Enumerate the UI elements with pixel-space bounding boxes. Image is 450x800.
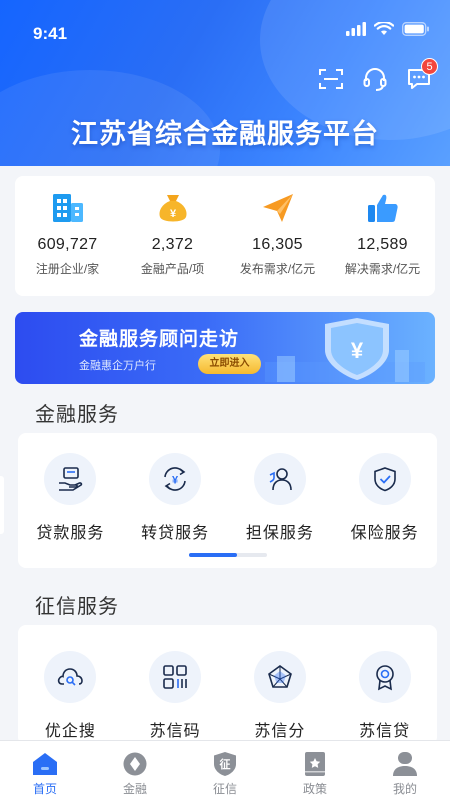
tab-finance[interactable]: 金融 (90, 741, 180, 800)
stat-value: 2,372 (151, 236, 194, 253)
shield-yuan-illustration: ¥ (265, 318, 425, 382)
wifi-icon (374, 22, 394, 35)
headset-icon (363, 68, 387, 91)
tab-home[interactable]: 首页 (0, 741, 90, 800)
banner-subtitle: 金融惠企万户行 (79, 360, 156, 372)
stat-registered-companies[interactable]: 609,727 注册企业/家 (15, 176, 120, 296)
qr-code-icon (163, 665, 187, 689)
profile-icon (393, 752, 417, 776)
status-bar: 9:41 (0, 0, 450, 64)
stat-published-demand[interactable]: 16,305 发布需求/亿元 (225, 176, 330, 296)
home-icon (33, 753, 57, 775)
refinance-icon: ¥ (164, 467, 186, 491)
battery-icon (402, 22, 429, 36)
service-company-search[interactable]: 优企搜 (18, 651, 123, 741)
bottom-tab-bar: 首页 金融 征 征信 政策 我的 (0, 740, 450, 800)
guarantee-icon (269, 468, 292, 491)
promo-banner[interactable]: ¥ 金融服务顾问走访 金融惠企万户行 立即进入 (15, 312, 435, 384)
stat-label: 解决需求/亿元 (344, 262, 421, 276)
stat-financial-products[interactable]: ¥ 2,372 金融产品/项 (120, 176, 225, 296)
tab-policy[interactable]: 政策 (270, 741, 360, 800)
paper-plane-icon (262, 194, 293, 222)
service-label: 优企搜 (44, 723, 96, 740)
carousel-indicator (189, 553, 267, 557)
finance-icon (123, 752, 147, 776)
page-title: 江苏省综合金融服务平台 (71, 119, 379, 149)
service-guarantee[interactable]: 担保服务 (228, 453, 333, 543)
cloud-search-icon (58, 668, 84, 686)
status-time: 9:41 (33, 24, 68, 43)
banner-enter-button[interactable]: 立即进入 (198, 354, 261, 374)
service-label: 担保服务 (245, 525, 314, 542)
service-label: 苏信码 (149, 723, 201, 740)
service-credit-loan[interactable]: 苏信贷 (332, 651, 437, 741)
message-badge: 5 (421, 58, 438, 75)
signal-icon (346, 22, 366, 36)
tab-label: 我的 (392, 782, 417, 796)
stats-card: 609,727 注册企业/家 ¥ 2,372 金融产品/项 16,305 发布需… (15, 176, 435, 296)
status-icons (346, 22, 430, 36)
thumbs-up-icon (367, 194, 398, 222)
tab-label: 政策 (302, 782, 327, 796)
service-credit-code[interactable]: 苏信码 (123, 651, 228, 741)
service-refinance[interactable]: ¥ 转贷服务 (123, 453, 228, 543)
section-title-finance: 金融服务 (35, 404, 119, 426)
service-label: 苏信贷 (359, 723, 411, 740)
policy-icon (305, 752, 325, 776)
finance-services-card: 贷款服务 ¥ 转贷服务 担保服务 保险服务 (18, 433, 437, 568)
carousel-indicator-active (189, 553, 237, 557)
tab-label: 征信 (212, 782, 237, 796)
stat-resolved-demand[interactable]: 12,589 解决需求/亿元 (330, 176, 435, 296)
svg-text:¥: ¥ (172, 475, 179, 487)
money-bag-icon: ¥ (158, 195, 187, 222)
stat-label: 发布需求/亿元 (239, 262, 316, 276)
credit-icon: 征 (214, 752, 236, 776)
stat-value: 609,727 (37, 236, 98, 253)
tab-profile[interactable]: 我的 (360, 741, 450, 800)
building-icon (52, 194, 83, 222)
banner-title: 金融服务顾问走访 (79, 329, 240, 350)
tab-label: 首页 (32, 782, 57, 796)
service-loan[interactable]: 贷款服务 (18, 453, 123, 543)
svg-text:¥: ¥ (169, 208, 176, 220)
customer-service-button[interactable] (360, 64, 390, 94)
scan-icon (319, 69, 343, 89)
stat-value: 16,305 (252, 236, 303, 253)
side-handle (0, 476, 4, 534)
credit-services-card: 优企搜 苏信码 苏信分 苏信贷 (18, 625, 437, 745)
svg-text:¥: ¥ (351, 338, 364, 363)
service-credit-score[interactable]: 苏信分 (228, 651, 333, 741)
service-insurance[interactable]: 保险服务 (332, 453, 437, 543)
tab-credit[interactable]: 征 征信 (180, 741, 270, 800)
insurance-shield-icon (373, 467, 396, 492)
loan-icon (59, 467, 83, 491)
scan-button[interactable] (316, 64, 346, 94)
service-label: 贷款服务 (36, 525, 105, 542)
service-label: 苏信分 (254, 723, 306, 740)
header-actions: 5 (316, 58, 438, 94)
header-hero: 9:41 5 江苏省综合金融服务平台 (0, 0, 450, 166)
svg-text:征: 征 (220, 757, 231, 771)
service-label: 转贷服务 (141, 525, 210, 542)
stat-label: 注册企业/家 (35, 262, 100, 276)
messages-button[interactable]: 5 (404, 58, 438, 94)
radar-score-icon (267, 665, 292, 688)
stat-label: 金融产品/项 (140, 262, 205, 276)
section-title-credit: 征信服务 (35, 596, 119, 618)
stat-value: 12,589 (357, 236, 408, 253)
medal-icon (375, 665, 394, 691)
tab-label: 金融 (122, 782, 147, 796)
service-label: 保险服务 (350, 525, 419, 542)
